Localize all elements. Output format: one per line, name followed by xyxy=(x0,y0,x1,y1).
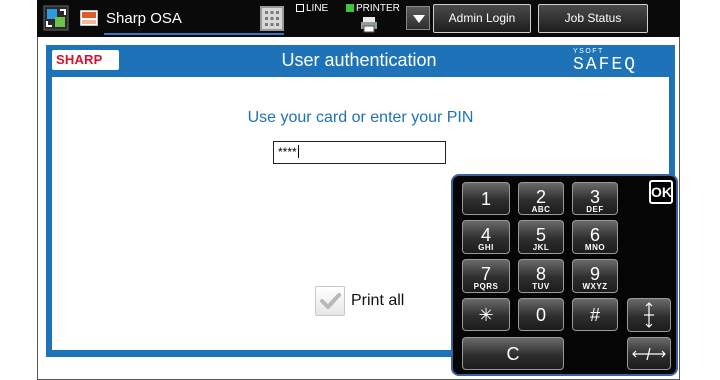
key-letters: PQRS xyxy=(473,282,499,291)
printer-label: PRINTER xyxy=(356,3,400,14)
safeq-logo-small: YSOFT xyxy=(573,48,604,55)
key-letters: TUV xyxy=(532,282,550,291)
key-4[interactable]: 4 GHI xyxy=(462,220,510,254)
page-title: User authentication xyxy=(281,50,437,70)
key-digit: # xyxy=(589,305,600,325)
key-letters: MNO xyxy=(584,243,606,252)
key-digit: 8 xyxy=(535,264,546,284)
text-cursor xyxy=(297,145,299,158)
app-title: Sharp OSA xyxy=(106,10,182,27)
key-digit: 5 xyxy=(535,225,546,245)
key-clear-label: C xyxy=(506,344,520,364)
pin-input-value: **** xyxy=(278,145,297,159)
screen: Sharp OSA LINE PRINTER Admin Login Job S… xyxy=(0,0,720,380)
key-hash[interactable]: # xyxy=(572,298,618,331)
safeq-logo: YSOFT SAFEQ xyxy=(573,48,673,75)
key-1[interactable]: 1 xyxy=(462,182,510,215)
key-digit: 0 xyxy=(535,305,546,325)
line-status-checkbox-icon xyxy=(296,4,304,12)
home-swap-icon[interactable] xyxy=(43,5,69,31)
key-letters: JKL xyxy=(532,243,550,252)
safeq-logo-main: SAFEQ xyxy=(573,55,638,75)
app-title-underline xyxy=(104,33,284,35)
key-8[interactable]: 8 TUV xyxy=(518,259,564,293)
key-digit: 6 xyxy=(589,225,600,245)
key-asterisk[interactable]: ✳ xyxy=(462,298,510,331)
osa-app-icon xyxy=(80,10,98,26)
chevron-down-icon xyxy=(413,15,425,23)
line-label: LINE xyxy=(306,3,329,14)
keypad-toggle-icon[interactable] xyxy=(260,6,284,31)
cursor-left-right-button[interactable] xyxy=(627,337,671,370)
key-0[interactable]: 0 xyxy=(518,298,564,331)
printer-status: PRINTER xyxy=(346,3,400,14)
key-digit: ✳ xyxy=(478,305,494,325)
key-letters: WXYZ xyxy=(582,282,608,291)
printer-status-led-icon xyxy=(346,4,354,12)
printer-icon xyxy=(361,17,377,33)
key-clear[interactable]: C xyxy=(462,337,564,370)
auth-instruction: Use your card or enter your PIN xyxy=(247,109,474,126)
key-digit: 7 xyxy=(480,264,491,284)
key-letters: DEF xyxy=(586,205,604,214)
up-down-arrow-icon xyxy=(644,302,654,328)
sharp-logo-text: SHARP xyxy=(56,52,103,67)
key-6[interactable]: 6 MNO xyxy=(572,220,618,254)
sharp-logo: SHARP xyxy=(52,50,119,70)
checkmark-icon xyxy=(320,293,341,309)
left-right-arrow-icon xyxy=(632,347,666,361)
pin-input[interactable]: **** xyxy=(273,141,446,164)
key-7[interactable]: 7 PQRS xyxy=(462,259,510,293)
print-all-label: Print all xyxy=(351,292,405,309)
line-status: LINE xyxy=(296,3,328,14)
key-digit: 3 xyxy=(589,187,600,207)
admin-login-button[interactable]: Admin Login xyxy=(433,4,531,33)
key-digit: 4 xyxy=(480,225,491,245)
key-2[interactable]: 2 ABC xyxy=(518,182,564,215)
key-5[interactable]: 5 JKL xyxy=(518,220,564,254)
job-status-button[interactable]: Job Status xyxy=(538,4,648,33)
key-9[interactable]: 9 WXYZ xyxy=(572,259,618,293)
key-digit: 2 xyxy=(535,187,546,207)
key-3[interactable]: 3 DEF xyxy=(572,182,618,215)
key-letters: GHI xyxy=(478,243,494,252)
key-letters: ABC xyxy=(531,205,551,214)
cursor-up-down-button[interactable] xyxy=(627,298,671,332)
status-dropdown-button[interactable] xyxy=(406,6,430,30)
key-digit: 1 xyxy=(480,189,491,209)
key-digit: 9 xyxy=(589,264,600,284)
keypad-ok-button[interactable]: OK xyxy=(649,180,673,204)
print-all-checkbox-box[interactable] xyxy=(315,286,345,316)
